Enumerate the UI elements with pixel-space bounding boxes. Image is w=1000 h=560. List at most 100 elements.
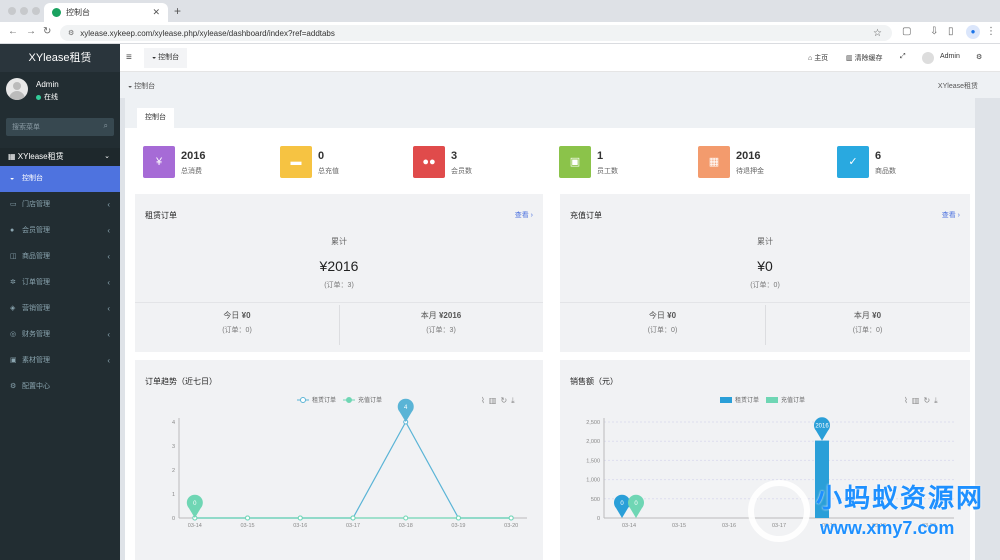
y-tick-label: 0 <box>597 516 600 522</box>
profile-avatar-icon[interactable]: ● <box>966 25 980 39</box>
marketing-icon: ◈ <box>10 305 16 312</box>
nav-tab-dashboard[interactable]: ◒ 控制台 <box>144 48 188 68</box>
bookmark-star-icon[interactable]: ☆ <box>873 28 882 39</box>
chevron-right-icon: ‹ <box>107 252 110 261</box>
sidebar-item-2[interactable]: ● 会员管理 ‹ <box>0 218 120 244</box>
total-orders: (订单：3) <box>324 282 354 289</box>
stat-label: 总充值 <box>318 168 339 175</box>
data-point <box>297 515 303 521</box>
header-avatar[interactable] <box>922 52 934 64</box>
stat-label: 待退押金 <box>736 168 764 175</box>
x-tick-label: 03-16 <box>722 523 736 529</box>
sidebar-item-3[interactable]: ◫ 商品管理 ‹ <box>0 244 120 270</box>
new-tab-button[interactable]: + <box>174 4 181 18</box>
header-admin-name[interactable]: Admin <box>940 53 960 60</box>
order-icon: ✲ <box>10 279 16 286</box>
y-tick-label: 1 <box>172 492 175 498</box>
sidepanel-icon[interactable]: ▯ <box>948 26 954 37</box>
gear-icon: ⚙ <box>10 383 17 390</box>
breadcrumb-app: XYlease租赁 <box>937 83 978 90</box>
panel-tab-dashboard[interactable]: 控制台 <box>137 108 174 128</box>
grid-icon: ▦ <box>698 146 730 178</box>
home-link[interactable]: ⌂ 主页 <box>808 53 828 63</box>
window-zoom-button[interactable] <box>32 7 40 15</box>
browser-tab[interactable]: 控制台 ✕ <box>44 3 168 22</box>
sidebar-item-5[interactable]: ◈ 营销管理 ‹ <box>0 296 120 322</box>
sidebar-item-label: 商品管理 <box>22 253 50 260</box>
x-tick-label: 03-15 <box>241 523 255 529</box>
clear-cache-button[interactable]: ▥ 清除缓存 <box>846 53 883 63</box>
total-orders: (订单：0) <box>750 282 780 289</box>
legend-swatch <box>720 397 732 403</box>
store-icon: ▭ <box>10 201 17 208</box>
x-tick-label: 03-14 <box>188 523 202 529</box>
y-tick-label: 1,500 <box>586 458 600 464</box>
extension-icon[interactable]: ▢ <box>902 26 911 37</box>
reload-icon[interactable]: ↻ <box>43 26 51 37</box>
main-header: ≡ ◒ 控制台 ⌂ 主页 ▥ 清除缓存 ⤢ Admin ⚙ <box>120 44 1000 72</box>
window-minimize-button[interactable] <box>20 7 28 15</box>
x-tick-label: 03-15 <box>672 523 686 529</box>
chevron-right-icon: ‹ <box>107 226 110 235</box>
chevron-right-icon: ‹ <box>107 304 110 313</box>
download-icon[interactable]: ⇩ <box>930 26 938 37</box>
sidebar-item-label: 财务管理 <box>22 331 50 338</box>
y-tick-label: 0 <box>172 516 175 522</box>
view-more-link[interactable]: 查看 › <box>942 210 960 220</box>
legend-label: 充值订单 <box>358 396 382 404</box>
x-tick-label: 03-14 <box>622 523 636 529</box>
stat-value: 2016 <box>736 150 761 162</box>
menu-toggle-icon[interactable]: ≡ <box>126 52 132 63</box>
back-arrow-icon[interactable]: ← <box>8 26 18 37</box>
data-point <box>455 515 461 521</box>
sidebar-item-label: 素材管理 <box>22 357 50 364</box>
menu-search-input[interactable] <box>6 118 114 136</box>
series-line <box>194 420 512 519</box>
forward-arrow-icon[interactable]: → <box>26 26 36 37</box>
chevron-down-icon: ⌄ <box>104 153 110 160</box>
month-summary: 本月 ¥2016 (订单：3) <box>420 311 462 334</box>
sidebar-item-8[interactable]: ⚙ 配置中心 <box>0 374 120 400</box>
chevron-right-icon: ‹ <box>107 356 110 365</box>
legend-dot <box>300 397 306 403</box>
total-label: 累计 <box>331 237 347 246</box>
card-title: 租赁订单 <box>145 211 177 220</box>
month-summary: 本月 ¥0 (订单：0) <box>852 311 883 334</box>
x-tick-label: 03-17 <box>346 523 360 529</box>
avatar <box>6 78 28 100</box>
users-icon: ●● <box>413 146 445 178</box>
sidebar-item-6[interactable]: ◎ 财务管理 ‹ <box>0 322 120 348</box>
data-point <box>403 515 409 521</box>
view-more-link[interactable]: 查看 › <box>515 210 533 220</box>
sidebar-item-4[interactable]: ✲ 订单管理 ‹ <box>0 270 120 296</box>
browser-menu-icon[interactable]: ⋮ <box>986 26 996 37</box>
sidebar: XYlease租赁 Admin 在线 ⌕ ▦ XYlease租赁 ⌄ ◒ 控制台 ▭… <box>0 44 120 560</box>
app-logo[interactable]: XYlease租赁 <box>0 44 120 72</box>
settings-gear-icon[interactable]: ⚙ <box>976 53 982 61</box>
legend-label: 租赁订单 <box>312 396 336 404</box>
sidebar-group-label: XYlease租赁 <box>17 152 64 161</box>
sidebar-item-1[interactable]: ▭ 门店管理 ‹ <box>0 192 120 218</box>
fullscreen-icon[interactable]: ⤢ <box>900 53 906 61</box>
y-tick-label: 500 <box>591 497 600 503</box>
window-close-button[interactable] <box>8 7 16 15</box>
url-field[interactable]: ⚙ xylease.xykeep.com/xylease.php/xylease… <box>60 25 892 41</box>
sidebar-item-7[interactable]: ▣ 素材管理 ‹ <box>0 348 120 374</box>
total-value: ¥2016 <box>319 258 359 274</box>
search-icon[interactable]: ⌕ <box>104 121 108 131</box>
y-tick-label: 2,000 <box>586 439 600 445</box>
x-tick-label: 03-20 <box>504 523 518 529</box>
order-trend-chart: 租赁订单 充值订单 0 1 2 3 4 03-14 03-15 03-16 03-17 03-18 03… <box>172 396 527 529</box>
data-point <box>350 515 356 521</box>
sidebar-group-header[interactable]: ▦ XYlease租赁 ⌄ <box>0 148 120 166</box>
stat-label: 商品数 <box>875 168 896 175</box>
y-tick-label: 2,500 <box>586 420 600 426</box>
x-tick-label: 03-18 <box>399 523 413 529</box>
tab-close-icon[interactable]: ✕ <box>152 7 160 18</box>
finance-icon: ◎ <box>10 331 17 338</box>
watermark-logo: 小蚂蚁资源网 www.xmy7.com <box>744 470 1000 560</box>
site-info-icon[interactable]: ⚙ <box>68 29 74 37</box>
stat-1: ▬ 0 总充值 <box>280 146 400 178</box>
sidebar-item-0[interactable]: ◒ 控制台 <box>0 166 120 192</box>
stat-value: 6 <box>875 150 882 162</box>
